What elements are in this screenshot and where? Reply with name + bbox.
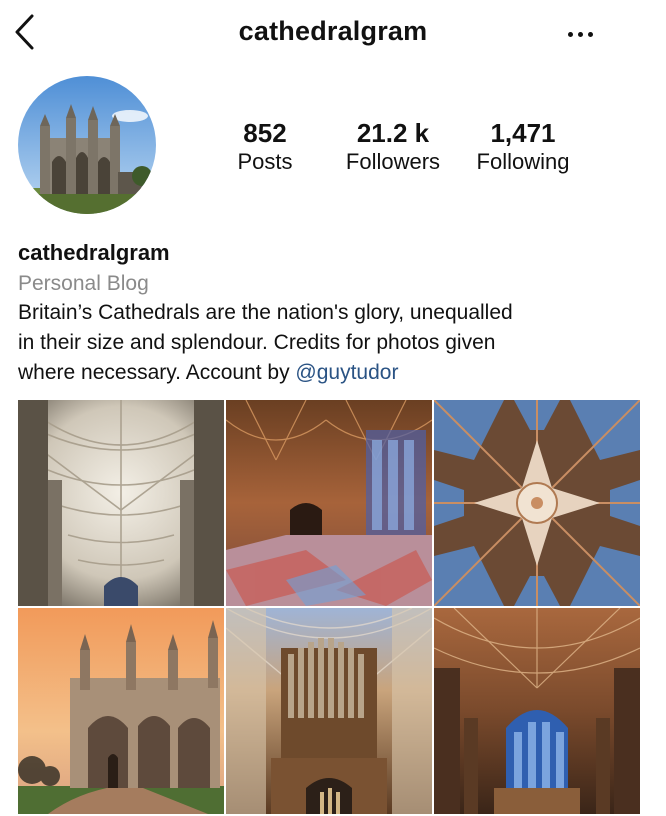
more-options-button[interactable] [560, 24, 600, 44]
nave-vault-photo [18, 400, 224, 606]
post-thumbnail[interactable] [434, 608, 640, 814]
cathedral-facade-photo [18, 76, 156, 214]
bio-line-3: where necessary. Account by @guytudor [18, 358, 648, 388]
post-thumbnail[interactable] [434, 400, 640, 606]
bio-line-3-text: where necessary. Account by [18, 361, 296, 384]
profile-name: cathedralgram [18, 240, 170, 265]
followers-stat[interactable]: 21.2 k Followers [338, 118, 448, 176]
profile-category: Personal Blog [18, 272, 149, 295]
post-thumbnail[interactable] [226, 400, 432, 606]
bio-mention-link[interactable]: @guytudor [295, 361, 398, 384]
followers-label: Followers [345, 149, 441, 174]
posts-stat[interactable]: 852 Posts [220, 118, 310, 176]
bio-line-1: Britain’s Cathedrals are the nation's gl… [18, 301, 513, 324]
post-grid [18, 400, 640, 816]
posts-count: 852 [243, 118, 287, 148]
post-thumbnail[interactable] [226, 608, 432, 814]
avatar[interactable] [18, 76, 156, 214]
chapter-house-ceiling-photo [434, 400, 640, 606]
cloister-fan-vault-photo [226, 400, 432, 606]
organ-screen-photo [226, 608, 432, 814]
more-horizontal-icon [567, 31, 573, 37]
followers-count: 21.2 k [356, 118, 430, 148]
more-dot [587, 31, 593, 37]
post-thumbnail[interactable] [18, 400, 224, 606]
bio-line-2: in their size and splendour. Credits for… [18, 331, 496, 354]
following-label: Following [476, 149, 570, 174]
more-dot [577, 31, 583, 37]
post-thumbnail[interactable] [18, 608, 224, 814]
profile-bio: cathedralgram Personal Blog Britain’s Ca… [18, 238, 648, 388]
choir-interior-photo [434, 608, 640, 814]
following-count: 1,471 [490, 118, 556, 148]
following-stat[interactable]: 1,471 Following [468, 118, 578, 176]
posts-label: Posts [237, 149, 293, 174]
cathedral-west-front-photo [18, 608, 224, 814]
top-bar: cathedralgram [0, 0, 666, 66]
